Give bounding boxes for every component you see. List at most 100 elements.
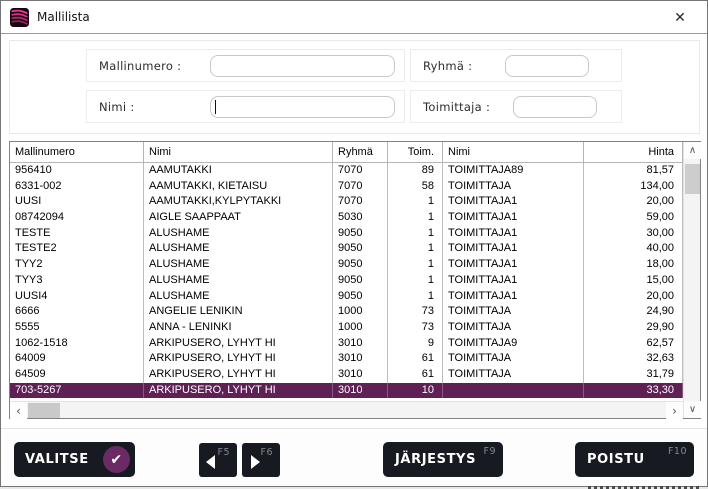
table-cell: TESTE xyxy=(10,226,144,242)
ryhma-label: Ryhmä : xyxy=(423,59,472,73)
filter-group-nimi: Nimi : xyxy=(86,90,405,123)
table-cell: 5030 xyxy=(333,210,388,226)
table-cell: 3010 xyxy=(333,367,388,383)
table-cell: TOIMITTAJA1 xyxy=(443,257,584,273)
jarjestys-button[interactable]: JÄRJESTYS F9 xyxy=(383,442,503,477)
table-cell: 9050 xyxy=(333,273,388,289)
table-row[interactable]: TESTEALUSHAME90501TOIMITTAJA130,00 xyxy=(10,226,683,242)
filter-group-toimittaja: Toimittaja : xyxy=(410,90,622,123)
filter-group-mallinumero: Mallinumero : xyxy=(86,49,405,82)
column-header-toim[interactable]: Toim. xyxy=(388,142,443,163)
ryhma-input[interactable] xyxy=(505,55,589,77)
poistu-button[interactable]: POISTU F10 xyxy=(575,442,694,477)
table-cell: 7070 xyxy=(333,163,388,179)
scroll-right-icon[interactable]: › xyxy=(666,402,683,419)
table-cell: 1 xyxy=(388,194,443,210)
table-cell: 6331-002 xyxy=(10,179,144,195)
table-cell: 10 xyxy=(388,383,443,399)
table-cell: 59,00 xyxy=(584,210,683,226)
table-cell: AIGLE SAAPPAAT xyxy=(144,210,333,226)
table-cell: 30,00 xyxy=(584,226,683,242)
table-cell: 7070 xyxy=(333,194,388,210)
arrow-left-icon xyxy=(206,455,215,469)
scroll-up-icon[interactable]: ∧ xyxy=(684,142,701,159)
table-cell: 956410 xyxy=(10,163,144,179)
title-bar: Mallilista ✕ xyxy=(1,1,707,34)
poistu-label: POISTU xyxy=(587,452,645,467)
table-cell: 20,00 xyxy=(584,194,683,210)
table-cell: 33,30 xyxy=(584,383,683,399)
table-cell: 703-5267 xyxy=(10,383,144,399)
table-row[interactable]: 64009ARKIPUSERO, LYHYT HI301061TOIMITTAJ… xyxy=(10,351,683,367)
table-cell: 73 xyxy=(388,304,443,320)
horizontal-scroll-thumb[interactable] xyxy=(28,403,60,418)
table-row[interactable]: 5555ANNA - LENINKI100073TOIMITTAJA29,90 xyxy=(10,320,683,336)
next-button[interactable]: F6 xyxy=(242,443,280,477)
table-row[interactable]: 08742094AIGLE SAAPPAAT50301TOIMITTAJA159… xyxy=(10,210,683,226)
table-cell: TOIMITTAJA1 xyxy=(443,226,584,242)
table-cell: 3010 xyxy=(333,336,388,352)
f9-key-label: F9 xyxy=(483,446,496,457)
toimittaja-input[interactable] xyxy=(513,96,597,118)
table-cell: 1 xyxy=(388,241,443,257)
table-row[interactable]: 1062-1518ARKIPUSERO, LYHYT HI30109TOIMIT… xyxy=(10,336,683,352)
table-cell: 134,00 xyxy=(584,179,683,195)
table-row[interactable]: TESTE2ALUSHAME90501TOIMITTAJA140,00 xyxy=(10,241,683,257)
table-row[interactable]: UUSI4ALUSHAME90501TOIMITTAJA120,00 xyxy=(10,289,683,305)
f5-key-label: F5 xyxy=(217,447,230,458)
table-row[interactable]: TYY2ALUSHAME90501TOIMITTAJA118,00 xyxy=(10,257,683,273)
column-header-hinta[interactable]: Hinta xyxy=(584,142,683,163)
table-cell: 9050 xyxy=(333,226,388,242)
table-row[interactable]: UUSIAAMUTAKKI,KYLPYTAKKI70701TOIMITTAJA1… xyxy=(10,194,683,210)
close-icon[interactable]: ✕ xyxy=(665,5,695,31)
table-cell: 1 xyxy=(388,226,443,242)
table-row[interactable]: TYY3ALUSHAME90501TOIMITTAJA115,00 xyxy=(10,273,683,289)
mallinumero-input[interactable] xyxy=(210,55,395,77)
table-cell: 29,90 xyxy=(584,320,683,336)
column-header-nimi[interactable]: Nimi xyxy=(144,142,333,163)
table-row[interactable]: 956410AAMUTAKKI707089TOIMITTAJA8981,57 xyxy=(10,163,683,179)
f10-key-label: F10 xyxy=(668,446,687,457)
column-header-ryhma[interactable]: Ryhmä xyxy=(333,142,388,163)
check-icon: ✔ xyxy=(103,446,130,473)
nimi-input[interactable] xyxy=(210,96,395,118)
table-cell: TOIMITTAJA1 xyxy=(443,273,584,289)
table-cell: TOIMITTAJA1 xyxy=(443,289,584,305)
table-cell: TOIMITTAJA xyxy=(443,367,584,383)
table-cell: ALUSHAME xyxy=(144,257,333,273)
table-row[interactable]: 703-5267ARKIPUSERO, LYHYT HI30101033,30 xyxy=(10,383,683,399)
table-cell: ARKIPUSERO, LYHYT HI xyxy=(144,336,333,352)
filter-panel: Mallinumero : Ryhmä : Nimi : Toimittaja … xyxy=(9,40,700,134)
table-cell: 31,79 xyxy=(584,367,683,383)
app-logo-icon xyxy=(10,8,29,27)
vertical-scroll-thumb[interactable] xyxy=(685,164,700,194)
table-cell: ALUSHAME xyxy=(144,289,333,305)
table-cell: 81,57 xyxy=(584,163,683,179)
table-cell: TOIMITTAJA89 xyxy=(443,163,584,179)
mallilista-window: Mallilista ✕ Mallinumero : Ryhmä : Nimi … xyxy=(0,0,708,487)
table-cell: 9 xyxy=(388,336,443,352)
column-header-toimittaja-nimi[interactable]: Nimi xyxy=(443,142,584,163)
valitse-label: VALITSE xyxy=(25,452,89,467)
table-cell: 40,00 xyxy=(584,241,683,257)
nimi-label: Nimi : xyxy=(99,100,135,114)
table-cell: 32,63 xyxy=(584,351,683,367)
table-row[interactable]: 6331-002AAMUTAKKI, KIETAISU707058TOIMITT… xyxy=(10,179,683,195)
arrow-right-icon xyxy=(251,455,260,469)
valitse-button[interactable]: VALITSE ✔ xyxy=(14,442,135,477)
column-header-mallinumero[interactable]: Mallinumero xyxy=(10,142,144,163)
table-cell: ARKIPUSERO, LYHYT HI xyxy=(144,367,333,383)
vertical-scrollbar[interactable]: ∧ ∨ xyxy=(683,142,700,418)
table-cell: 58 xyxy=(388,179,443,195)
table-row[interactable]: 64509ARKIPUSERO, LYHYT HI301061TOIMITTAJ… xyxy=(10,367,683,383)
table-cell: ARKIPUSERO, LYHYT HI xyxy=(144,351,333,367)
scroll-down-icon[interactable]: ∨ xyxy=(684,401,701,418)
scroll-left-icon[interactable]: ‹ xyxy=(10,402,27,419)
table-row[interactable]: 6666ANGELIE LENIKIN100073TOIMITTAJA24,90 xyxy=(10,304,683,320)
horizontal-scrollbar[interactable]: ‹ › xyxy=(10,401,683,418)
previous-button[interactable]: F5 xyxy=(199,443,237,477)
table-cell: ALUSHAME xyxy=(144,241,333,257)
table-cell: 3010 xyxy=(333,383,388,399)
table-cell: 61 xyxy=(388,351,443,367)
table-cell: TOIMITTAJA1 xyxy=(443,194,584,210)
